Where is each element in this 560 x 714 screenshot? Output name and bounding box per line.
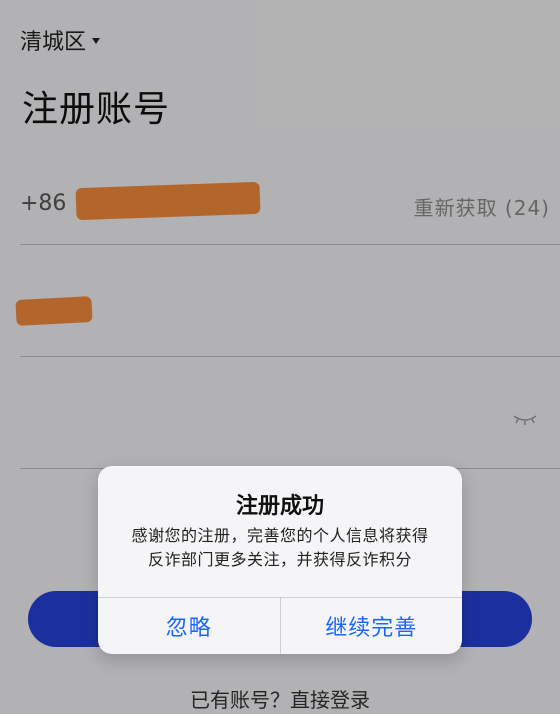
dialog-message: 感谢您的注册，完善您的个人信息将获得反诈部门更多关注，并获得反诈积分 (131, 526, 429, 569)
ignore-button[interactable]: 忽略 (98, 598, 280, 654)
registration-success-dialog: 注册成功 感谢您的注册，完善您的个人信息将获得反诈部门更多关注，并获得反诈积分 … (98, 466, 462, 654)
continue-button[interactable]: 继续完善 (279, 598, 463, 654)
dialog-actions: 忽略 继续完善 (98, 597, 462, 654)
dialog-title: 注册成功 (235, 494, 324, 519)
